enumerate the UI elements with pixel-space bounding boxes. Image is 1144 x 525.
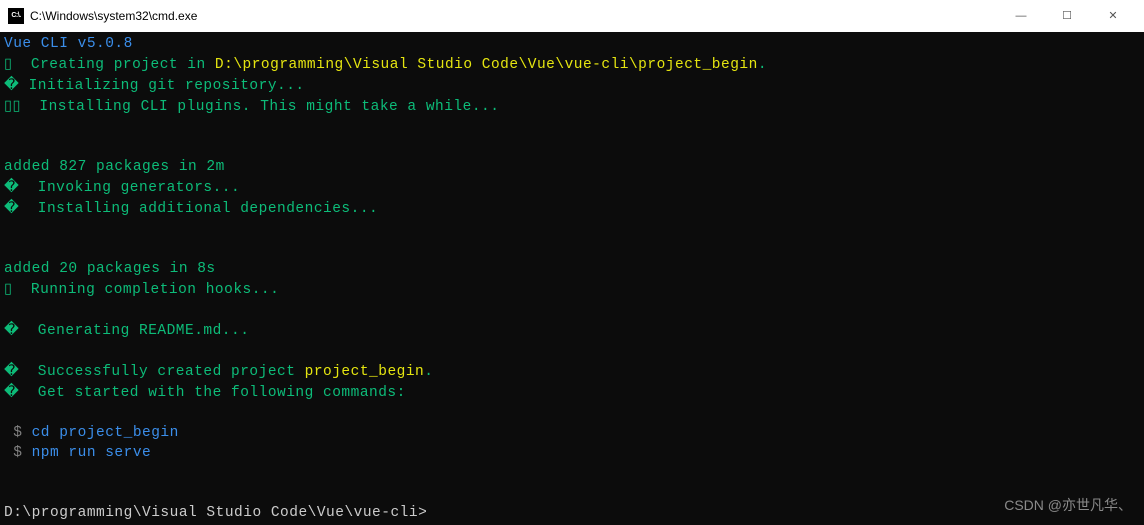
maximize-button[interactable]: ☐: [1044, 0, 1090, 32]
terminal-icon: C:\.: [8, 8, 24, 24]
get-started-line: � Get started with the following command…: [4, 382, 1140, 403]
cmd-cd-line: $ cd project_begin: [4, 423, 1140, 443]
added-packages-1: added 827 packages in 2m: [4, 157, 1140, 177]
window-controls: — ☐ ✕: [998, 0, 1136, 32]
added-packages-2: added 20 packages in 8s: [4, 259, 1140, 279]
running-hooks-line: ▯ Running completion hooks...: [4, 279, 1140, 300]
watermark-text: CSDN @亦世凡华、: [1004, 495, 1132, 515]
window-title: C:\Windows\system32\cmd.exe: [30, 6, 998, 26]
creating-line: ▯ Creating project in D:\programming\Vis…: [4, 54, 1140, 75]
close-button[interactable]: ✕: [1090, 0, 1136, 32]
install-addl-line: � Installing additional dependencies...: [4, 198, 1140, 219]
cmd-npm-line: $ npm run serve: [4, 443, 1140, 463]
terminal-output[interactable]: Vue CLI v5.0.8 ▯ Creating project in D:\…: [0, 32, 1144, 525]
invoking-line: � Invoking generators...: [4, 177, 1140, 198]
minimize-button[interactable]: —: [998, 0, 1044, 32]
install-plugins-line: ▯▯ Installing CLI plugins. This might ta…: [4, 96, 1140, 117]
success-line: � Successfully created project project_b…: [4, 361, 1140, 382]
version-line: Vue CLI v5.0.8: [4, 34, 1140, 54]
init-git-line: � Initializing git repository...: [4, 75, 1140, 96]
gen-readme-line: � Generating README.md...: [4, 320, 1140, 341]
prompt-line[interactable]: D:\programming\Visual Studio Code\Vue\vu…: [4, 503, 1140, 523]
window-titlebar: C:\. C:\Windows\system32\cmd.exe — ☐ ✕: [0, 0, 1144, 32]
